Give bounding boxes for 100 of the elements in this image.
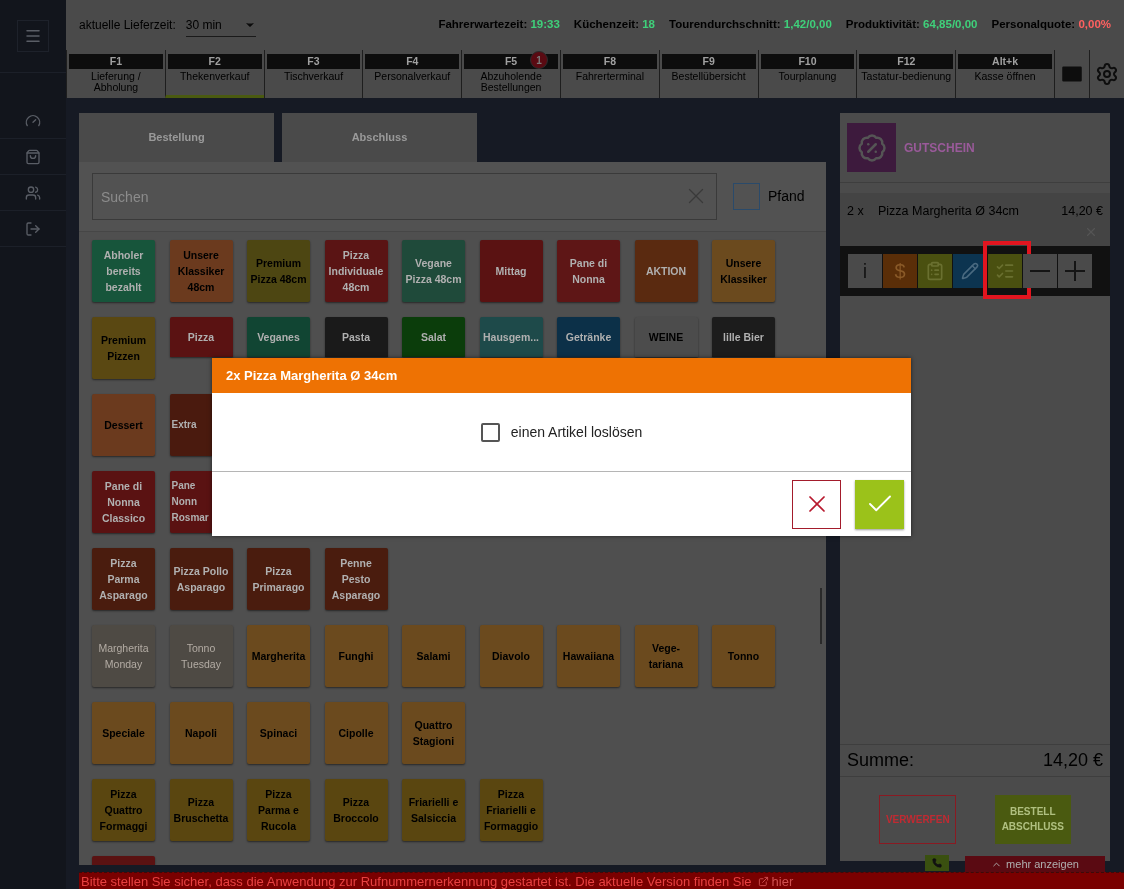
category-tile[interactable]: Vege-tariana xyxy=(634,625,698,687)
split-button[interactable] xyxy=(988,254,1022,288)
category-tile[interactable]: Pizza Individuale 48cm xyxy=(324,240,388,302)
menu-button[interactable] xyxy=(17,20,49,52)
category-tile[interactable]: Pizza Parma Asparago xyxy=(92,548,155,610)
item-name: Pizza Margherita Ø 34cm xyxy=(878,203,1021,220)
checklist-icon xyxy=(995,261,1015,281)
plus-button[interactable] xyxy=(1058,254,1092,288)
menu-icon xyxy=(24,27,42,45)
category-tile[interactable]: Pane di Nonna Classico xyxy=(92,471,155,533)
function-key-tab[interactable]: F8 Fahrerterminal xyxy=(560,50,659,98)
category-tile[interactable]: Unsere Klassiker xyxy=(712,240,775,302)
pencil-icon xyxy=(961,262,979,280)
logout-icon[interactable] xyxy=(25,220,41,237)
category-tile[interactable]: Penne Pesto Asparago xyxy=(324,548,388,610)
phone-icon xyxy=(932,858,942,868)
category-tile[interactable]: Quattro Stagioni xyxy=(402,702,465,764)
detach-label: einen Artikel loslösen xyxy=(510,422,643,442)
stat-label: Tourendurchschnitt: 1,42/0,00 xyxy=(669,17,832,33)
category-tile[interactable]: Funghi xyxy=(324,625,388,687)
category-tile[interactable]: Pasta xyxy=(324,317,388,357)
function-key-tab[interactable]: F9 Bestellübersicht xyxy=(658,50,758,98)
checkout-button[interactable]: BESTELL ABSCHLUSS xyxy=(994,794,1071,844)
clipboard-icon xyxy=(925,261,945,281)
banner-text: Bitte stellen Sie sicher, dass die Anwendung zur Rufnummernerkennung gestartet ist. Die aktuelle Version finden Sie xyxy=(81,873,752,889)
category-tile[interactable]: Pizza xyxy=(169,317,233,357)
function-key-tab[interactable]: F1 Lieferung / Abholung xyxy=(66,50,165,98)
dialog-title: 2x Pizza Margherita Ø 34cm xyxy=(212,358,911,393)
category-tile[interactable]: Abholer bereits bezahlt xyxy=(92,240,155,302)
category-tile[interactable]: Veganes xyxy=(247,317,310,357)
delivery-time-label: aktuelle Lieferzeit: xyxy=(79,17,176,34)
voucher-icon[interactable] xyxy=(847,123,896,172)
category-tile[interactable]: Diavolo xyxy=(479,625,543,687)
category-tile[interactable]: Hawaiiana xyxy=(557,625,620,687)
stat-label: Fahrerwartezeit: 19:33 xyxy=(438,17,560,33)
category-tile[interactable]: Extra xyxy=(169,394,212,456)
category-tile[interactable]: Pizza Parma e Rucola xyxy=(247,779,310,841)
stat-label: Personalquote: 0,00% xyxy=(991,17,1111,33)
total-label: Summe: xyxy=(847,749,915,772)
delivery-time-dropdown[interactable]: 30 min xyxy=(185,13,256,37)
category-tile[interactable]: Napoli xyxy=(169,702,233,764)
category-tile[interactable]: Premium Pizza 48cm xyxy=(247,240,310,302)
category-tile[interactable]: Premium Pizzen xyxy=(92,317,155,379)
section-tab[interactable]: Abschluss xyxy=(282,113,477,162)
external-link-icon xyxy=(757,875,769,887)
category-tile[interactable]: Pizza Bruschetta xyxy=(169,779,233,841)
category-tile[interactable]: lille Bier xyxy=(712,317,775,357)
settings-icon[interactable] xyxy=(1095,62,1119,86)
cancel-button[interactable] xyxy=(792,479,841,529)
category-tile[interactable]: Vegane Pizza 48cm xyxy=(402,240,465,302)
search-field[interactable]: Suchen xyxy=(92,173,717,220)
banner-link[interactable]: hier xyxy=(771,873,794,889)
category-tile[interactable]: AKTION xyxy=(634,240,698,302)
item-price: 14,20 € xyxy=(1061,203,1103,220)
minus-icon xyxy=(1030,270,1050,272)
category-tile[interactable]: Cipolle xyxy=(324,702,388,764)
function-key-tab[interactable]: F4 Personalverkauf xyxy=(362,50,462,98)
category-tile[interactable]: Pizza Quattro Formaggi xyxy=(92,779,155,841)
function-key-tab[interactable]: F3 Tischverkauf xyxy=(263,50,363,98)
minus-button[interactable] xyxy=(1023,254,1057,288)
bag-icon[interactable] xyxy=(25,148,41,165)
category-tile[interactable]: Salami xyxy=(402,625,465,687)
category-tile[interactable]: Friarielli e Salsiccia xyxy=(402,779,465,841)
category-tile[interactable]: Pane di Nonna xyxy=(557,240,620,302)
category-tile[interactable]: Salat xyxy=(402,317,465,357)
category-tile[interactable]: Dessert xyxy=(92,394,155,456)
category-tile[interactable]: Spinaci xyxy=(247,702,310,764)
stat-label: Küchenzeit: 18 xyxy=(573,17,655,33)
item-quantity: 2 x xyxy=(847,203,865,220)
stat-label: Produktivität: 64,85/0,00 xyxy=(845,17,978,33)
detach-checkbox[interactable] xyxy=(480,422,500,442)
gauge-icon[interactable] xyxy=(25,112,41,129)
category-tile[interactable]: Speciale xyxy=(92,702,155,764)
category-tile[interactable]: Pizza Broccolo xyxy=(324,779,388,841)
confirm-button[interactable] xyxy=(855,479,904,529)
phone-button[interactable] xyxy=(925,855,949,871)
pfand-checkbox[interactable] xyxy=(733,183,760,210)
category-tile[interactable]: Pizza Primarago xyxy=(247,548,310,610)
category-tile[interactable]: Hausgem... xyxy=(479,317,543,357)
function-key-tab[interactable]: F12 Tastatur-bedienung xyxy=(856,50,956,98)
function-key-tab[interactable]: F5 Abzuholende Bestellungen 1 xyxy=(461,50,560,98)
function-key-tab[interactable]: Alt+k Kasse öffnen xyxy=(955,50,1054,98)
category-tile[interactable]: WEINE xyxy=(634,317,698,357)
function-key-tab[interactable]: F10 Tourplanung xyxy=(757,50,857,98)
pfand-label: Pfand xyxy=(768,187,805,206)
scrollbar[interactable] xyxy=(820,588,822,644)
category-tile[interactable]: Pane Nonn Rosmar xyxy=(169,471,212,533)
category-tile[interactable]: Unsere Klassiker 48cm xyxy=(169,240,233,302)
plus-icon xyxy=(1065,261,1085,281)
category-tile[interactable]: Getränke xyxy=(557,317,620,357)
category-tile[interactable]: Mittag xyxy=(479,240,543,302)
category-tile[interactable]: Margherita xyxy=(247,625,310,687)
function-key-tab[interactable]: F2 Thekenverkauf xyxy=(164,50,264,98)
show-more-tab[interactable]: mehr anzeigen xyxy=(965,856,1105,873)
category-tile[interactable]: Pizza Pollo Asparago xyxy=(169,548,233,610)
users-icon[interactable] xyxy=(25,184,41,201)
section-tab[interactable]: Bestellung xyxy=(79,113,274,162)
category-tile[interactable]: Tonno xyxy=(712,625,775,687)
notes-button[interactable] xyxy=(918,254,952,288)
category-tile[interactable]: Pizza Friarielli e Formaggio xyxy=(479,779,543,841)
